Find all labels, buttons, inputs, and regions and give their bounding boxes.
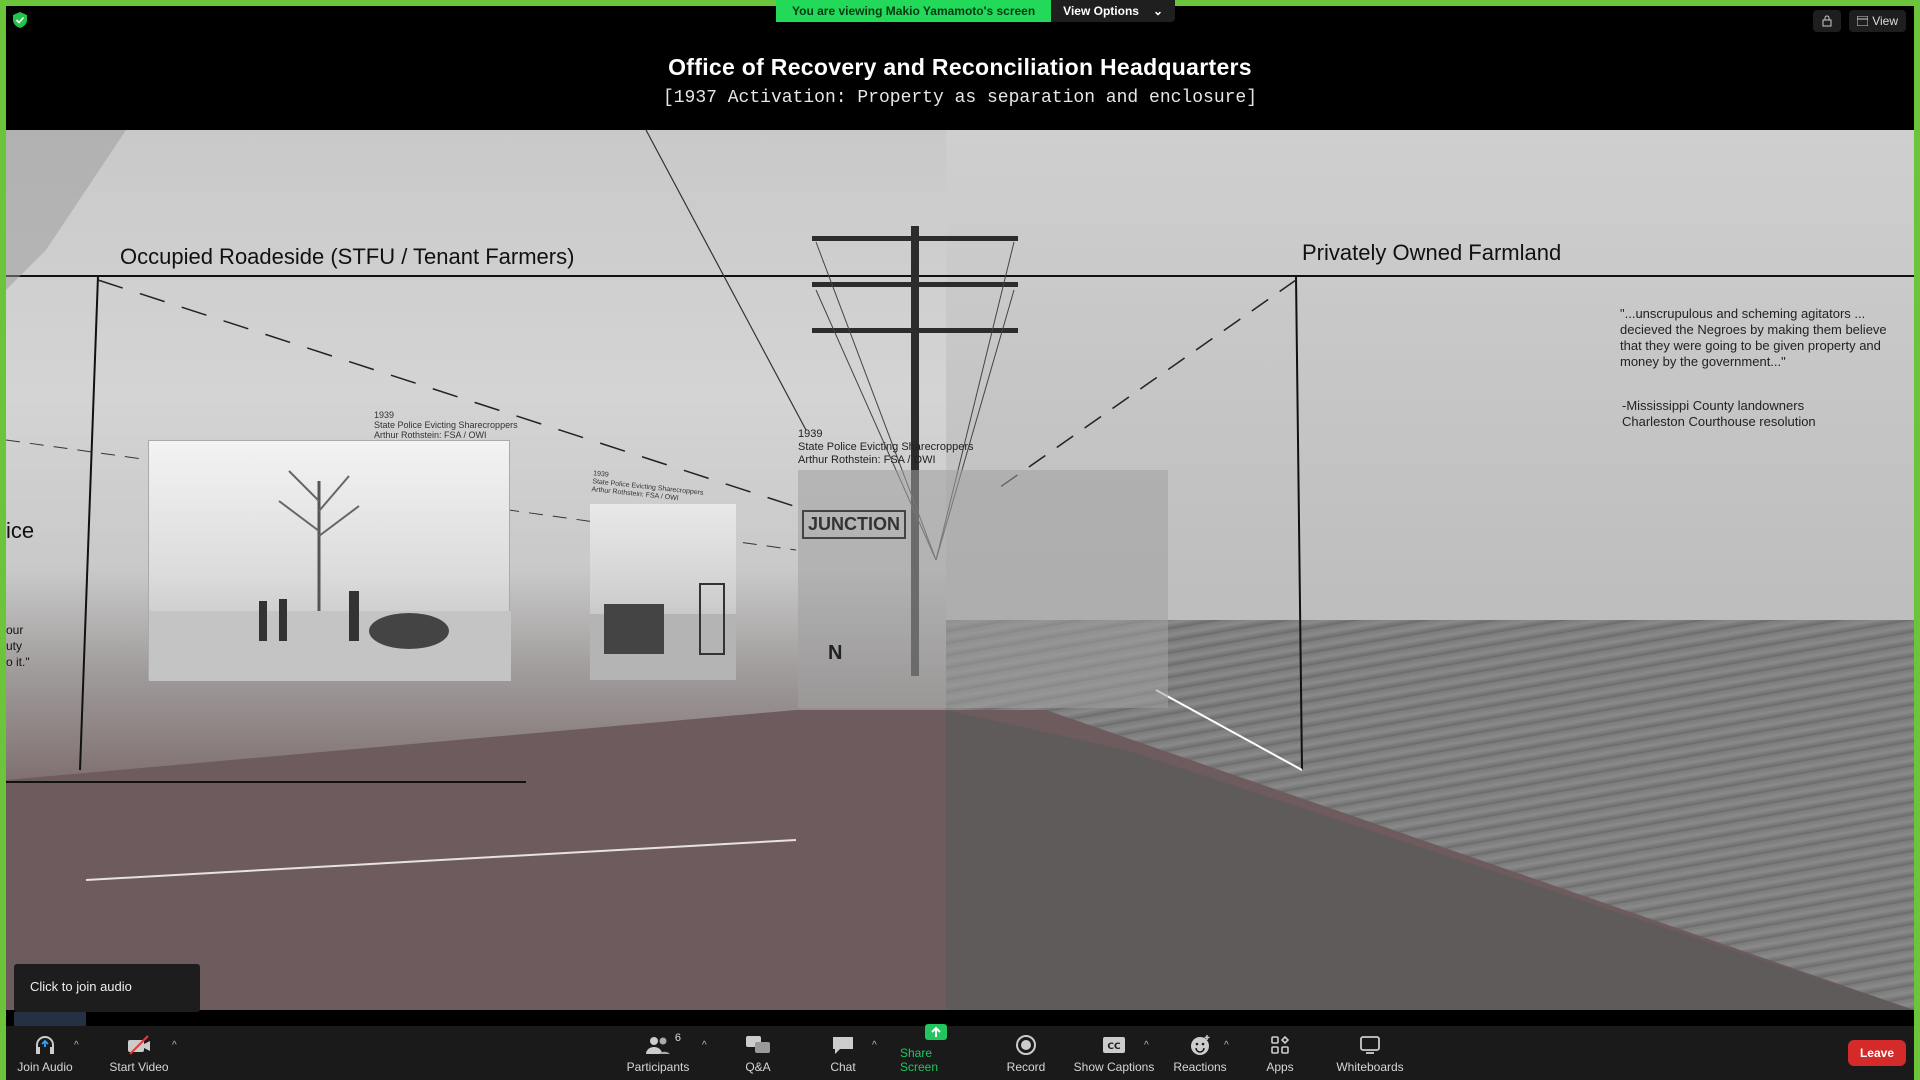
left-zone-heading: Occupied Roadeside (STFU / Tenant Farmer… [120, 244, 575, 269]
audio-options-caret[interactable]: ^ [74, 1040, 79, 1051]
apps-button[interactable]: Apps [1266, 1026, 1294, 1080]
shared-screen[interactable]: Office of Recovery and Reconciliation He… [6, 6, 1914, 1010]
clipped-left-quote: our uty o it." [6, 623, 30, 669]
photo3-caption-line1: State Police Evicting Sharecroppers [798, 441, 974, 453]
clipped-left-word: ice [6, 518, 35, 543]
photo1-caption-year: 1939 [374, 410, 395, 420]
photo3-caption-year: 1939 [798, 428, 823, 440]
view-label: View [1872, 14, 1898, 28]
participants-options-caret[interactable]: ^ [702, 1040, 707, 1051]
landowners-quote: "...unscrupulous and scheming agitators … [1620, 306, 1887, 369]
qa-icon [746, 1036, 770, 1053]
view-button[interactable]: View [1849, 10, 1906, 32]
whiteboards-label: Whiteboards [1336, 1060, 1404, 1074]
view-options-label: View Options [1063, 4, 1139, 18]
photo3-caption: 1939 State Police Evicting Sharecroppers… [798, 428, 973, 467]
photo1-caption: 1939 State Police Evicting Sharecroppers… [374, 410, 518, 440]
qa-button[interactable]: Q&A [740, 1026, 776, 1080]
route-sign: N [828, 642, 843, 664]
junction-sign: JUNCTION [802, 510, 907, 539]
chevron-down-icon: ⌄ [1152, 4, 1164, 18]
immersive-toggle-button[interactable] [1813, 10, 1842, 32]
whiteboard-icon [1360, 1036, 1380, 1054]
video-options-caret[interactable]: ^ [172, 1040, 177, 1051]
photo1-caption-line1: State Police Evicting Sharecroppers [374, 420, 518, 430]
join-audio-button[interactable]: Join Audio [14, 1026, 76, 1080]
reactions-icon [1191, 1035, 1210, 1055]
share-screen-button[interactable]: Share Screen [900, 1024, 972, 1080]
participants-count: 6 [674, 1032, 681, 1044]
show-captions-label: Show Captions [1073, 1060, 1155, 1074]
reactions-label: Reactions [1173, 1060, 1227, 1074]
headphones-icon [36, 1036, 54, 1054]
quote-source-line2: Charleston Courthouse resolution [1622, 414, 1816, 429]
self-view-thumbnail[interactable] [14, 1012, 86, 1026]
start-video-button[interactable]: Start Video [104, 1026, 174, 1080]
quote-source: -Mississippi County landowners Charlesto… [1622, 398, 1902, 430]
share-screen-label: Share Screen [900, 1046, 939, 1074]
leave-button[interactable]: Leave [1847, 1040, 1906, 1066]
presentation-title: Office of Recovery and Reconciliation He… [668, 54, 1252, 80]
apps-icon [1271, 1035, 1290, 1054]
video-off-icon [128, 1035, 150, 1055]
security-shield-icon[interactable] [13, 12, 27, 28]
join-audio-tooltip[interactable]: Click to join audio [14, 964, 200, 1012]
chat-button[interactable]: Chat [826, 1026, 860, 1080]
reactions-options-caret[interactable]: ^ [1224, 1040, 1229, 1051]
lock-icon [1822, 15, 1832, 27]
photo-eviction-3: JUNCTION N [798, 470, 1168, 708]
photo-eviction-2 [590, 504, 736, 680]
participants-icon [646, 1037, 670, 1054]
join-audio-label: Join Audio [17, 1060, 73, 1074]
presentation-subtitle: [1937 Activation: Property as separation… [662, 88, 1258, 108]
svg-text:CC: CC [1107, 1042, 1121, 1052]
scene-image: JUNCTION N 1939 State Police Evicting Sh… [6, 130, 1914, 1010]
quote-source-line1: -Mississippi County landowners [1622, 398, 1805, 413]
photo3-caption-line2: Arthur Rothstein: FSA / OWI [798, 454, 936, 466]
participants-button[interactable]: 6 Participants [620, 1026, 696, 1080]
view-options-button[interactable]: View Options ⌄ [1051, 0, 1176, 22]
record-button[interactable]: Record [1004, 1026, 1048, 1080]
reactions-button[interactable]: Reactions [1173, 1026, 1227, 1080]
right-zone-heading: Privately Owned Farmland [1302, 240, 1562, 265]
photo1-caption-line2: Arthur Rothstein: FSA / OWI [374, 430, 487, 440]
share-screen-icon [925, 1024, 947, 1040]
start-video-label: Start Video [109, 1060, 169, 1074]
presentation-header: Office of Recovery and Reconciliation He… [6, 6, 1914, 130]
record-label: Record [1006, 1060, 1046, 1074]
photo-eviction-1 [148, 440, 511, 681]
chat-options-caret[interactable]: ^ [872, 1040, 877, 1051]
captions-options-caret[interactable]: ^ [1144, 1040, 1149, 1051]
chat-icon [833, 1037, 853, 1054]
show-captions-button[interactable]: CC Show Captions [1072, 1026, 1156, 1080]
participants-label: Participants [626, 1060, 690, 1074]
qa-label: Q&A [745, 1060, 771, 1074]
share-banner: You are viewing Makio Yamamoto's screen … [776, 0, 1176, 22]
top-right-controls: View [1813, 10, 1906, 32]
grid-icon [1857, 16, 1869, 26]
viewing-screen-label: You are viewing Makio Yamamoto's screen [776, 0, 1052, 22]
captions-icon: CC [1103, 1037, 1125, 1053]
whiteboards-button[interactable]: Whiteboards [1334, 1026, 1406, 1080]
apps-label: Apps [1266, 1060, 1294, 1074]
record-icon [1016, 1035, 1036, 1055]
meeting-toolbar: Join Audio ^ Start Video ^ 6 Participant… [0, 1024, 1920, 1080]
chat-label: Chat [830, 1060, 856, 1074]
